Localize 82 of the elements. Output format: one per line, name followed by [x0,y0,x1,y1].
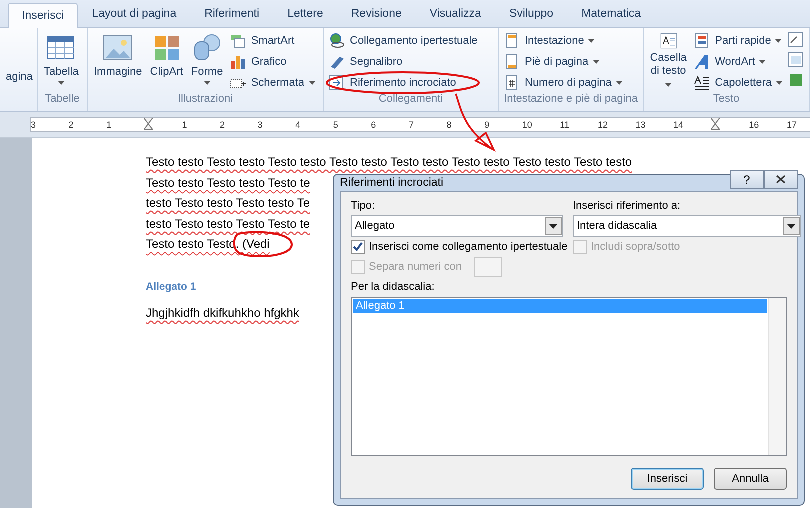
ribbon-tab[interactable]: Matematica [568,1,656,27]
object-icon [787,71,805,89]
scrollbar[interactable] [768,298,786,455]
ribbon-button[interactable]: ClipArt [148,31,186,92]
checkbox-label: Separa numeri con [369,261,462,273]
ruler-number: 2 [220,120,225,130]
ribbon-button[interactable]: Schermata [229,73,316,92]
group-label: Collegamenti [378,93,444,107]
separator-input-field[interactable] [474,257,502,277]
ruler-number: 9 [484,120,490,130]
indent-marker-icon[interactable] [144,118,154,131]
document-text-line: testo Testo testo Testo testo Te [146,196,310,210]
ruler-number: 8 [446,120,452,130]
ruler-number: 3 [258,120,263,130]
indent-marker-icon[interactable] [711,118,720,131]
ribbon-button[interactable]: Forme [189,31,226,92]
ruler-number: 4 [296,120,301,130]
ribbon-tab[interactable]: Riferimenti [190,1,274,27]
ribbon-button[interactable]: Intestazione [503,31,623,50]
ribbon-button[interactable]: Numero di pagina [503,73,623,92]
caption-heading: Allegato 1 [146,280,196,293]
ruler-number: 6 [371,120,376,130]
close-button[interactable] [764,170,798,189]
ribbon-button[interactable]: Parti rapide [693,31,783,50]
ribbon-button[interactable]: Riferimento incrociato [328,73,478,92]
checkbox-label: Includi sopra/sotto [591,241,680,253]
ribbon-button[interactable]: Immagine [92,31,144,92]
list-label: Per la didascalia: [351,281,436,293]
ribbon-button[interactable]: WordArt [693,52,783,71]
field-label: Inserisci riferimento a: [573,200,682,212]
type-dropdown[interactable]: Allegato [351,215,563,237]
document-text-line: Jhgjhkidfh dkifkuhkho hfgkhk [146,306,300,320]
ruler-number: 5 [333,120,338,130]
ruler-number: 14 [674,120,684,130]
group-label: Intestazione e piè di pagina [503,93,639,107]
drop-cap-icon [693,74,712,92]
ruler-number: 13 [636,120,646,130]
help-button[interactable]: ? [730,170,764,189]
group-label: Illustrazioni [176,93,234,107]
checkbox[interactable] [351,240,365,254]
dialog-button[interactable]: Inserisci [631,468,704,490]
checkbox-label: Inserisci come collegamento ipertestuale [369,241,568,253]
ribbon-tab[interactable]: Inserisci [8,3,78,28]
ruler-number: 7 [408,120,414,130]
ribbon-tab[interactable]: Visualizza [416,1,496,27]
ruler-number: 1 [106,120,112,130]
document-text-line: testo Testo testo Testo Testo te [146,216,310,231]
ribbon-button[interactable]: agina [4,31,35,92]
ribbon-button[interactable]: Capolettera [693,73,783,92]
ruler-number: 2 [68,120,74,130]
ribbon-button[interactable]: Piè di pagina [503,52,623,71]
ruler-number: 11 [560,120,570,130]
globe-link-icon [328,32,346,50]
close-icon [776,175,786,184]
dialog-button[interactable]: Annulla [714,468,787,490]
annotation-arrow [455,94,496,152]
dialog-title: Riferimenti incrociati [340,177,444,189]
ruler-number: 16 [749,120,760,130]
ruler-number: 3 [31,120,36,130]
ruler-number: 10 [522,120,532,130]
ribbon-tab[interactable]: Lettere [274,1,338,27]
ribbon-button[interactable]: SmartArt [229,31,316,50]
group-label: Testo [712,93,741,107]
group-label: Tabelle [44,93,81,107]
ribbon-button[interactable]: Segnalibro [328,52,478,71]
ribbon-button[interactable]: Casella di testo [648,31,690,92]
calendar-icon [787,51,805,69]
ribbon-button[interactable]: Tabella [42,31,81,92]
document-text-line: Testo testo Testo testo Testo te [146,176,310,190]
document-text-line: Testo testo Testo testo Testo testo Testo testo Testo testo Testo testo Testo testo Testo testo [146,155,632,169]
ribbon-tab[interactable]: Layout di pagina [78,1,191,27]
ribbon-tab[interactable]: Revisione [337,1,416,27]
ruler-number: 1 [182,120,188,130]
ruler-number: 17 [786,120,797,130]
reference-dropdown[interactable]: Intera didascalia [573,215,801,237]
quick-parts-icon [693,32,712,50]
ribbon-tab[interactable]: Sviluppo [495,1,568,27]
signature-icon [787,31,805,49]
field-label: Tipo: [351,200,376,212]
ribbon-button[interactable]: Collegamento ipertestuale [328,31,478,50]
ruler-number: 12 [598,120,608,130]
ribbon-button[interactable]: Grafico [229,52,316,71]
